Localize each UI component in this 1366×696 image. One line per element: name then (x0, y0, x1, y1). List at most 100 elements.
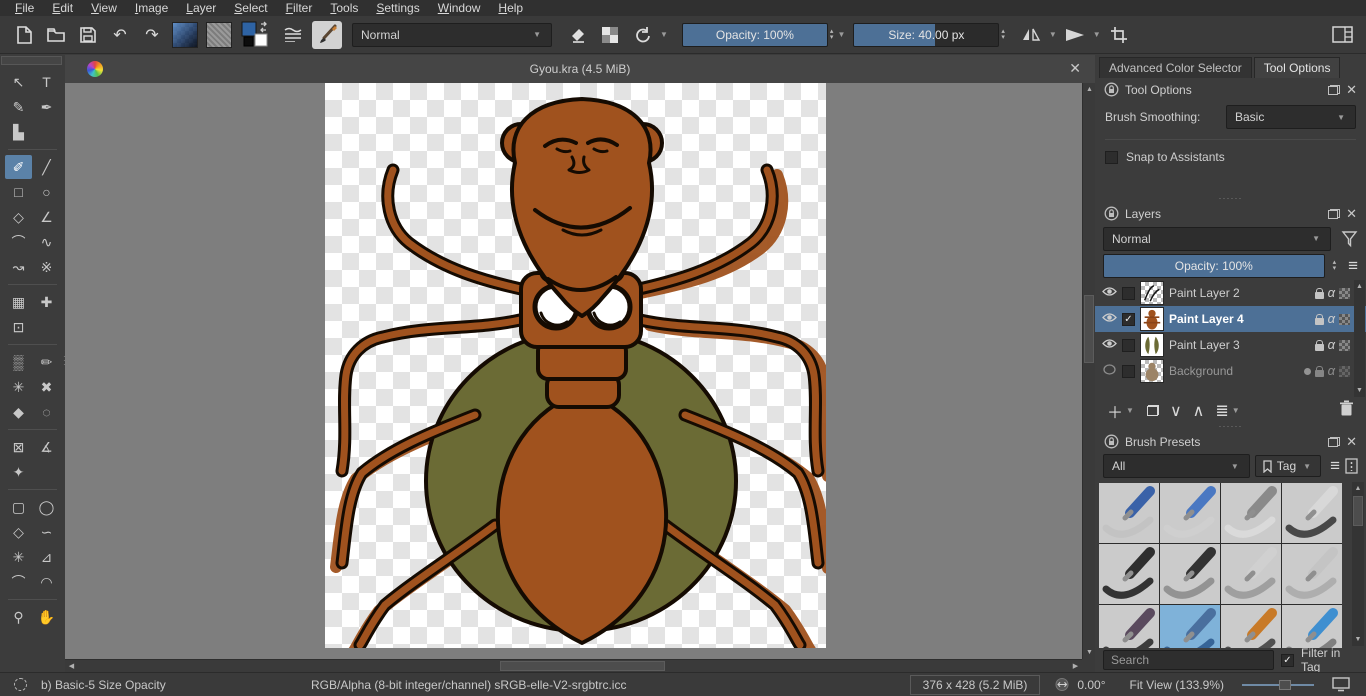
tag-filter-combo[interactable]: All ▼ (1103, 454, 1250, 478)
scroll-down-arrow[interactable]: ▼ (1352, 633, 1364, 646)
colorize-mask-tool[interactable]: ✖ (33, 375, 60, 399)
freehand-selection-tool[interactable]: ∽ (33, 520, 60, 544)
layer-checkbox[interactable] (1122, 287, 1135, 300)
layer-inherit-alpha-icon[interactable] (1339, 366, 1350, 377)
pan-tool[interactable]: ✋ (33, 605, 60, 629)
preset-ink-pen[interactable] (1160, 544, 1220, 604)
close-docker-icon[interactable]: ✕ (1346, 434, 1357, 450)
menu-tools[interactable]: Tools (321, 0, 367, 16)
trim-to-image-button[interactable] (1107, 22, 1131, 48)
zoom-tool[interactable]: ⚲ (5, 605, 32, 629)
menu-layer[interactable]: Layer (177, 0, 225, 16)
menu-view[interactable]: View (82, 0, 126, 16)
layer-filter-icon[interactable] (1341, 230, 1358, 248)
layer-checkbox[interactable] (1122, 365, 1135, 378)
layer-softproof-bulb-icon[interactable] (1304, 368, 1311, 375)
zoom-slider-knob[interactable] (1279, 680, 1291, 690)
preset-pencil-soft[interactable] (1282, 544, 1342, 604)
menu-help[interactable]: Help (489, 0, 532, 16)
layer-thumbnail[interactable] (1140, 307, 1164, 331)
chevron-down-icon[interactable]: ▼ (1093, 30, 1101, 39)
layer-visible-eye-icon[interactable] (1102, 312, 1117, 326)
zoom-level-label[interactable]: Fit View (133.9%) (1130, 678, 1224, 692)
preset-scrollbar[interactable]: ▲ ▼ (1352, 482, 1364, 646)
tab-advanced-color-selector[interactable]: Advanced Color Selector (1099, 57, 1252, 78)
scroll-up-arrow[interactable]: ▲ (1352, 482, 1364, 495)
filter-in-tag-checkbox[interactable]: ✓ (1281, 654, 1294, 667)
text-tool[interactable]: T (33, 70, 60, 94)
dynamic-brush-tool[interactable]: ↝ (5, 255, 32, 279)
layer-blend-mode-combo[interactable]: Normal ▼ (1103, 227, 1331, 251)
menu-window[interactable]: Window (429, 0, 490, 16)
menu-file[interactable]: File (6, 0, 43, 16)
snap-to-assistants-checkbox[interactable] (1105, 151, 1118, 164)
menu-settings[interactable]: Settings (367, 0, 428, 16)
layer-thumbnail[interactable] (1140, 359, 1164, 383)
close-docker-icon[interactable]: ✕ (1346, 82, 1357, 98)
menu-edit[interactable]: Edit (43, 0, 82, 16)
horizontal-scroll-thumb[interactable] (500, 661, 665, 671)
transform-tool[interactable]: ▦ (5, 290, 32, 314)
chevron-down-icon[interactable]: ▼ (1049, 30, 1057, 39)
layer-name[interactable]: Paint Layer 3 (1169, 338, 1310, 352)
layer-visible-eye-icon[interactable] (1102, 286, 1117, 300)
delete-layer-button[interactable] (1339, 400, 1354, 421)
similar-color-selection-tool[interactable]: ✳ (5, 545, 32, 569)
tab-tool-options[interactable]: Tool Options (1254, 57, 1341, 78)
preset-eraser-soft[interactable] (1221, 483, 1281, 543)
workspace-chooser-button[interactable] (1330, 22, 1354, 48)
gradient-chooser[interactable] (172, 22, 198, 48)
rectangular-selection-tool[interactable]: ▢ (5, 495, 32, 519)
move-layer-down-button[interactable]: ∨ (1170, 401, 1182, 421)
move-tool[interactable]: ✚ (33, 290, 60, 314)
enclose-fill-tool[interactable]: ◌ (33, 400, 60, 424)
menu-image[interactable]: Image (126, 0, 177, 16)
layer-inherit-alpha-icon[interactable] (1339, 314, 1350, 325)
pattern-chooser[interactable] (206, 22, 232, 48)
float-docker-icon[interactable] (1328, 85, 1340, 95)
elliptical-selection-tool[interactable]: ◯ (33, 495, 60, 519)
brush-smoothing-combo[interactable]: Basic ▼ (1226, 105, 1356, 129)
brush-preset-chooser-button[interactable] (280, 22, 304, 48)
smart-patch-tool[interactable]: ✳ (5, 375, 32, 399)
calligraphy-tool[interactable]: ✒ (33, 95, 60, 119)
layer-lock-icon[interactable] (1315, 370, 1324, 377)
preset-search-input[interactable] (1103, 650, 1274, 670)
layer-name[interactable]: Paint Layer 4 (1169, 312, 1310, 326)
close-document-icon[interactable]: ✕ (1069, 60, 1081, 77)
layer-opacity-spinner[interactable]: ▴▾ (1333, 260, 1337, 272)
layer-properties-button[interactable]: ≣ (1215, 401, 1228, 421)
layer-row[interactable]: ✓Paint Layer 4α (1095, 306, 1366, 332)
preset-view-mode-icon[interactable]: ≡ (1330, 456, 1340, 476)
layer-inherit-alpha-icon[interactable] (1339, 288, 1350, 299)
scroll-left-arrow[interactable]: ◀ (65, 660, 78, 672)
multibrush-tool[interactable]: ※ (33, 255, 60, 279)
preset-scroll-thumb[interactable] (1353, 496, 1363, 526)
gradient-tool[interactable]: ▒ (5, 350, 32, 374)
pattern-editing-tool[interactable]: ▙ (5, 120, 32, 144)
move-layer-up-button[interactable]: ∧ (1193, 401, 1205, 421)
scroll-down-arrow[interactable]: ▼ (1354, 384, 1365, 397)
duplicate-layer-button[interactable] (1147, 405, 1159, 416)
canvas-viewport[interactable]: ▲ ▼ ◀ ▶ (65, 83, 1095, 672)
polygonal-selection-tool[interactable]: ◇ (5, 520, 32, 544)
eraser-mode-toggle[interactable] (566, 22, 590, 48)
bezier-curve-tool[interactable]: ⌒ (5, 230, 32, 254)
layer-row[interactable]: Backgroundα (1095, 358, 1366, 384)
toolbox-drag-handle[interactable] (1, 56, 62, 65)
preserve-alpha-toggle[interactable] (598, 22, 622, 48)
line-tool[interactable]: ╱ (33, 155, 60, 179)
undo-button[interactable]: ↶ (108, 22, 132, 48)
scroll-right-arrow[interactable]: ▶ (1069, 660, 1082, 672)
layer-thumbnail[interactable] (1140, 333, 1164, 357)
crop-tool[interactable]: ⊡ (5, 315, 32, 339)
opacity-slider[interactable]: Opacity: 100% (682, 23, 828, 47)
chevron-down-icon[interactable]: ▼ (1126, 406, 1134, 415)
color-sampler-tool[interactable]: ✏ (33, 350, 60, 374)
new-document-button[interactable] (12, 22, 36, 48)
layer-name[interactable]: Background (1169, 364, 1299, 378)
assistants-tool[interactable]: ⊠ (5, 435, 32, 459)
preset-eraser-circle[interactable] (1099, 483, 1159, 543)
blend-mode-combo[interactable]: Normal ▼ (352, 23, 552, 47)
preset-eraser-small[interactable] (1160, 483, 1220, 543)
